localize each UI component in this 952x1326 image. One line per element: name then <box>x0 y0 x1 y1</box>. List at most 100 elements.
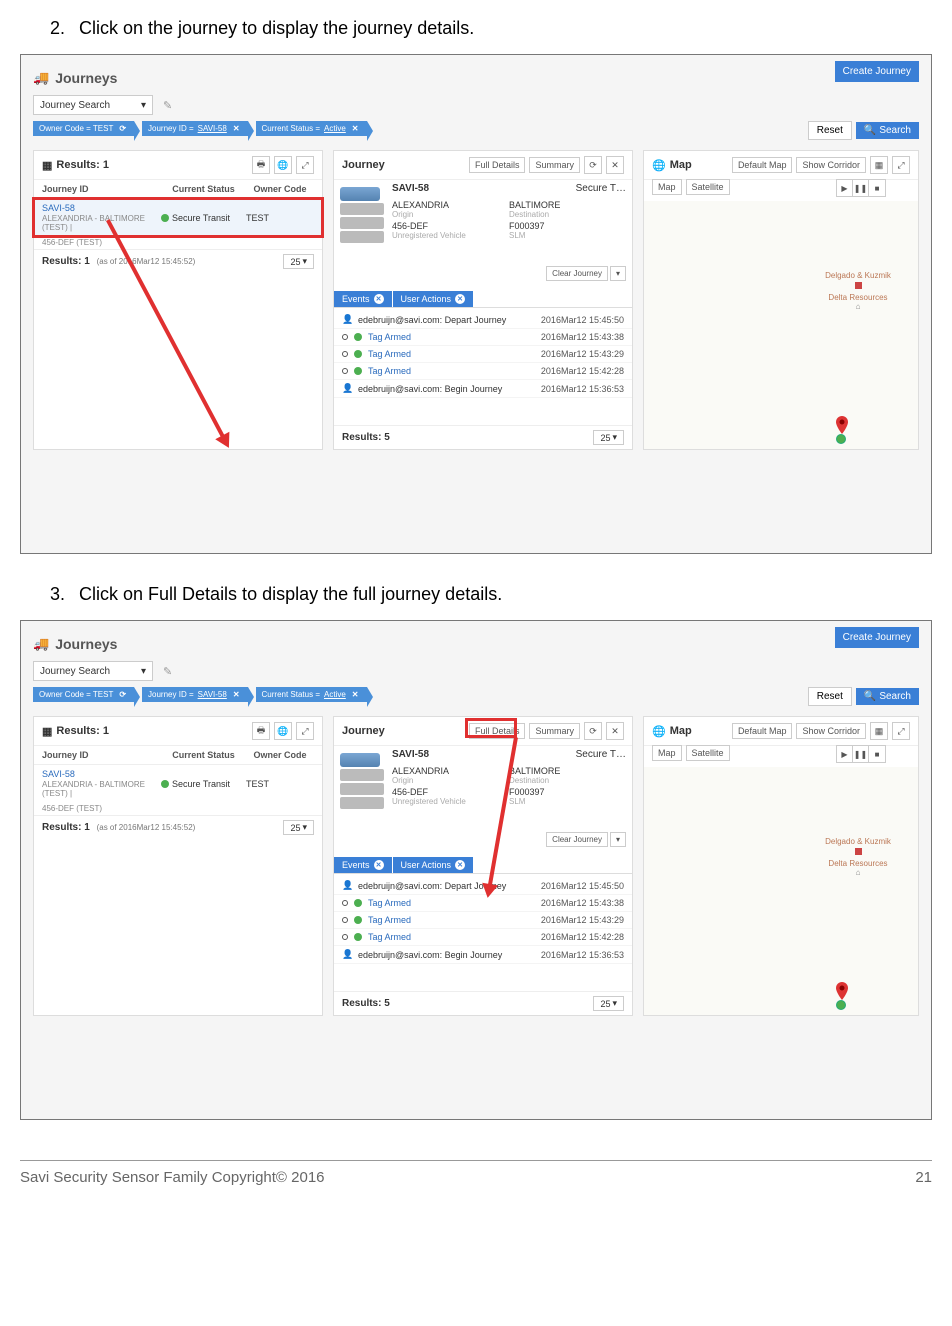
event-row: Tag Armed2016Mar12 15:43:29 <box>334 346 632 363</box>
search-row: Journey Search▾ ✎ <box>33 95 919 115</box>
grid-icon[interactable]: ▦ <box>870 156 888 174</box>
clear-journey-dropdown[interactable]: ▾ <box>610 266 626 281</box>
summary-button[interactable]: Summary <box>529 157 580 173</box>
refresh-icon[interactable]: ⟳ <box>584 722 602 740</box>
row-owner: TEST <box>246 213 314 223</box>
row-journey-id[interactable]: SAVI-58 <box>42 203 161 213</box>
summary-button[interactable]: Summary <box>529 723 580 739</box>
step-2-text: 2. Click on the journey to display the j… <box>50 18 932 39</box>
results-pager[interactable]: 25 ▾ <box>283 254 314 269</box>
close-icon[interactable]: ✕ <box>606 156 624 174</box>
refresh-icon[interactable]: ⟳ <box>584 156 602 174</box>
results-row[interactable]: SAVI-58 ALEXANDRIA - BALTIMORE (TEST) | … <box>34 765 322 802</box>
globe-icon[interactable]: 🌐 <box>274 722 292 740</box>
poi-label-1: Delgado & Kuzmik <box>808 271 908 280</box>
create-journey-button[interactable]: Create Journey <box>835 61 919 82</box>
step-3-text: 3. Click on Full Details to display the … <box>50 584 932 605</box>
vehicle-icons <box>340 187 384 243</box>
globe-icon: 🌐 <box>652 159 666 172</box>
reset-button[interactable]: Reset <box>808 687 852 706</box>
default-map-button[interactable]: Default Map <box>732 157 793 173</box>
step-3-number: 3. <box>50 584 74 605</box>
clear-journey-dropdown[interactable]: ▾ <box>610 832 626 847</box>
row-journey-sub: ALEXANDRIA - BALTIMORE (TEST) | <box>42 214 161 232</box>
event-link[interactable]: Tag Armed <box>368 332 535 342</box>
tab-user-actions[interactable]: User Actions✕ <box>393 857 475 873</box>
map-type-satellite[interactable]: Satellite <box>686 745 730 761</box>
expand-icon[interactable]: ⤢ <box>296 156 314 174</box>
col-owner[interactable]: Owner Code <box>246 184 314 194</box>
journey-search-label: Journey Search <box>40 100 110 111</box>
step-3-body: Click on Full Details to display the ful… <box>79 584 502 604</box>
pause-icon[interactable]: ❚❚ <box>853 746 869 762</box>
create-journey-button[interactable]: Create Journey <box>835 627 919 648</box>
results-title: Results: 1 <box>56 159 109 171</box>
stop-icon[interactable]: ■ <box>869 180 885 196</box>
page-footer: Savi Security Sensor Family Copyright© 2… <box>20 1161 932 1206</box>
globe-icon[interactable]: 🌐 <box>274 156 292 174</box>
map-type-map[interactable]: Map <box>652 745 682 761</box>
edit-icon[interactable]: ✎ <box>163 665 172 678</box>
clear-journey-button[interactable]: Clear Journey <box>546 266 608 281</box>
filter-journey-id[interactable]: Journey ID = SAVI-58 ✕ <box>142 687 247 702</box>
map-type-satellite[interactable]: Satellite <box>686 179 730 195</box>
stop-icon[interactable]: ■ <box>869 746 885 762</box>
results-foot: Results: 1 <box>42 256 90 267</box>
col-journey-id[interactable]: Journey ID <box>42 184 161 194</box>
events-list: 👤edebruijn@savi.com: Depart Journey2016M… <box>334 311 632 423</box>
filter-status[interactable]: Current Status = Active ✕ <box>256 687 367 702</box>
full-details-button[interactable]: Full Details <box>469 157 526 173</box>
journey-status: Secure T… <box>576 183 626 194</box>
map-canvas[interactable]: Delgado & Kuzmik Delta Resources ⌂ <box>644 767 918 1015</box>
journey-title: Journey <box>342 159 385 171</box>
poi-label-2: Delta Resources <box>808 293 908 302</box>
play-icon[interactable]: ▶ <box>837 746 853 762</box>
print-icon[interactable]: 🖶 <box>252 722 270 740</box>
filter-owner[interactable]: Owner Code = TEST ⟳ <box>33 121 134 136</box>
map-title: Map <box>670 159 692 171</box>
default-map-button[interactable]: Default Map <box>732 723 793 739</box>
map-canvas[interactable]: Delgado & Kuzmik Delta Resources ⌂ <box>644 201 918 449</box>
filter-status[interactable]: Current Status = Active ✕ <box>256 121 367 136</box>
map-panel: 🌐 Map Default Map Show Corridor ▦ ⤢ Map … <box>643 150 919 450</box>
show-corridor-button[interactable]: Show Corridor <box>796 157 866 173</box>
play-icon[interactable]: ▶ <box>837 180 853 196</box>
expand-icon[interactable]: ⤢ <box>296 722 314 740</box>
map-type-map[interactable]: Map <box>652 179 682 195</box>
expand-icon[interactable]: ⤢ <box>892 156 910 174</box>
results-panel: ▦ Results: 1 🖶 🌐 ⤢ Journey ID Current St… <box>33 716 323 1016</box>
event-row: Tag Armed2016Mar12 15:42:28 <box>334 363 632 380</box>
clear-journey-button[interactable]: Clear Journey <box>546 832 608 847</box>
event-row: Tag Armed2016Mar12 15:43:38 <box>334 329 632 346</box>
results-row-selected[interactable]: SAVI-58 ALEXANDRIA - BALTIMORE (TEST) | … <box>34 199 322 236</box>
tab-events[interactable]: Events✕ <box>334 291 393 307</box>
col-status[interactable]: Current Status <box>161 184 246 194</box>
filter-journey-id[interactable]: Journey ID = SAVI-58 ✕ <box>142 121 247 136</box>
tab-user-actions[interactable]: User Actions✕ <box>393 291 475 307</box>
pause-icon[interactable]: ❚❚ <box>853 180 869 196</box>
show-corridor-button[interactable]: Show Corridor <box>796 723 866 739</box>
close-icon[interactable]: ✕ <box>606 722 624 740</box>
event-link[interactable]: Tag Armed <box>368 366 535 376</box>
results-pager[interactable]: 25 ▾ <box>283 820 314 835</box>
journey-search-select[interactable]: Journey Search▾ <box>33 661 153 681</box>
print-icon[interactable]: 🖶 <box>252 156 270 174</box>
journey-search-select[interactable]: Journey Search▾ <box>33 95 153 115</box>
playback-controls: ▶ ❚❚ ■ <box>836 179 886 197</box>
event-row: 👤edebruijn@savi.com: Depart Journey2016M… <box>334 311 632 329</box>
events-foot: Results: 5 <box>342 432 390 443</box>
events-pager[interactable]: 25 ▾ <box>593 996 624 1011</box>
event-row: 👤edebruijn@savi.com: Begin Journey2016Ma… <box>334 380 632 398</box>
panels: ▦ Results: 1 🖶 🌐 ⤢ Journey ID Current St… <box>33 150 919 450</box>
grid-icon[interactable]: ▦ <box>870 722 888 740</box>
edit-icon[interactable]: ✎ <box>163 99 172 112</box>
search-button[interactable]: 🔍 Search <box>856 122 919 139</box>
tab-events[interactable]: Events✕ <box>334 857 393 873</box>
filter-owner[interactable]: Owner Code = TEST ⟳ <box>33 687 134 702</box>
expand-icon[interactable]: ⤢ <box>892 722 910 740</box>
event-link[interactable]: Tag Armed <box>368 349 535 359</box>
map-panel: 🌐 Map Default Map Show Corridor ▦ ⤢ Map … <box>643 716 919 1016</box>
reset-button[interactable]: Reset <box>808 121 852 140</box>
search-button[interactable]: 🔍 Search <box>856 688 919 705</box>
events-pager[interactable]: 25 ▾ <box>593 430 624 445</box>
